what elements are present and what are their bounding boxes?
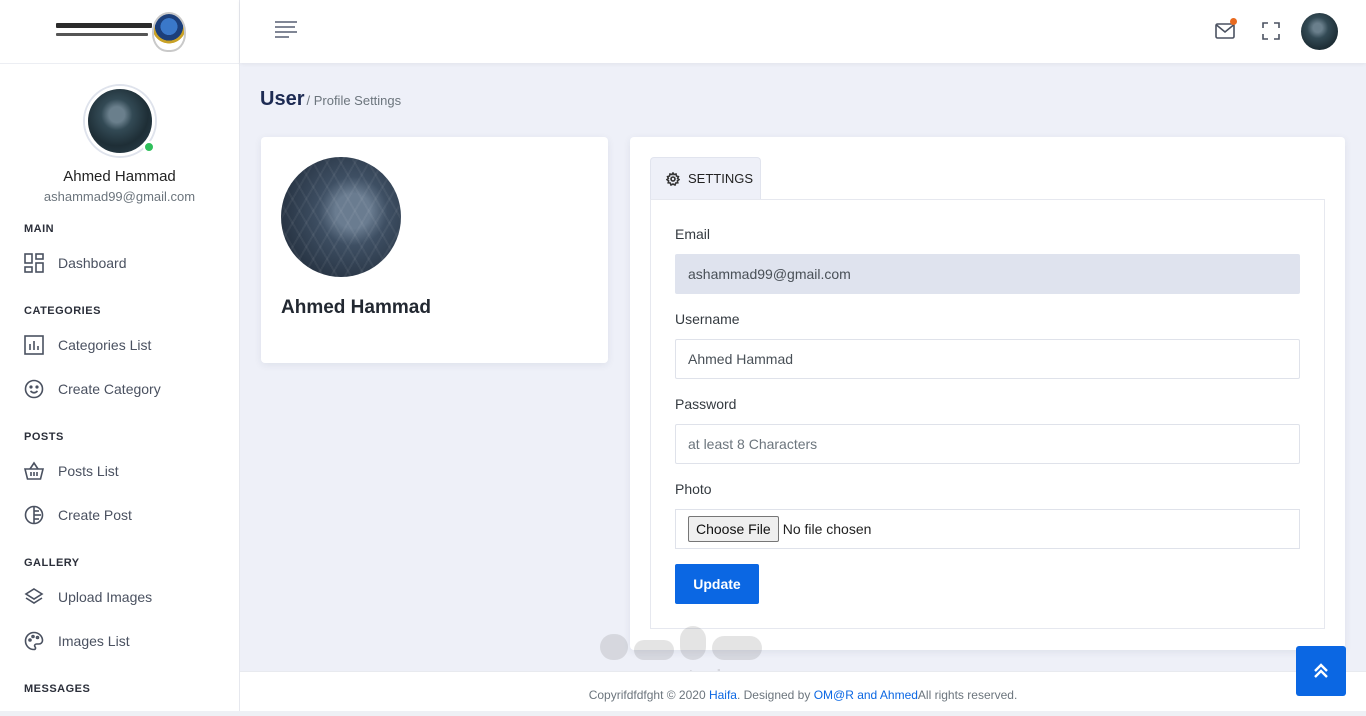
email-field[interactable]: [675, 254, 1300, 294]
double-chevron-up-icon: [1314, 663, 1328, 678]
palette-icon: [24, 631, 44, 651]
password-field[interactable]: [675, 424, 1300, 464]
smiley-icon: [24, 379, 44, 399]
sidebar-item-label: Posts List: [58, 463, 119, 479]
sidebar-menu: MAIN Dashboard CATEGORIES Categories Lis…: [0, 223, 239, 695]
gear-icon: [666, 171, 680, 186]
footer-suffix: All rights reserved.: [917, 688, 1018, 702]
footer-authors-link[interactable]: OM@R and Ahmed: [814, 688, 918, 702]
password-label: Password: [675, 396, 737, 412]
tab-settings-label: SETTINGS: [688, 171, 754, 186]
sidebar-item-upload-images[interactable]: Upload Images: [24, 575, 215, 619]
notification-dot: [1230, 18, 1237, 25]
sidebar-item-posts-list[interactable]: Posts List: [24, 449, 215, 493]
half-circle-icon: [24, 505, 44, 525]
settings-card: SETTINGS Email Username Password Photo C…: [630, 137, 1345, 650]
layers-icon: [24, 588, 44, 604]
sidebar-profile: Ahmed Hammad ashammad99@gmail.com: [0, 64, 239, 204]
basket-icon: [24, 461, 44, 480]
page-header: User / Profile Settings: [260, 88, 401, 111]
dashboard-icon: [24, 253, 44, 273]
menu-heading-categories: CATEGORIES: [24, 305, 101, 317]
no-file-text: No file chosen: [782, 521, 872, 537]
sidebar-item-create-category[interactable]: Create Category: [24, 367, 215, 411]
sidebar: Ahmed Hammad ashammad99@gmail.com MAIN D…: [0, 0, 240, 716]
profile-avatar: [281, 157, 401, 277]
bar-chart-icon: [24, 335, 44, 355]
topbar: [240, 0, 1366, 63]
footer-middle: . Designed by: [736, 688, 814, 702]
footer-brand-link[interactable]: Haifa: [709, 688, 737, 702]
fullscreen-icon[interactable]: [1260, 20, 1282, 42]
footer-prefix: Copyrifdfdfght © 2020: [588, 688, 709, 702]
profile-card-name: Ahmed Hammad: [281, 297, 431, 318]
update-button[interactable]: Update: [675, 564, 759, 604]
sidebar-item-label: Categories List: [58, 337, 152, 353]
username-field[interactable]: [675, 339, 1300, 379]
logo-bar: [0, 0, 239, 64]
sidebar-profile-name: Ahmed Hammad: [63, 168, 176, 185]
online-status-dot: [142, 141, 155, 153]
photo-label: Photo: [675, 481, 712, 497]
sidebar-item-create-post[interactable]: Create Post: [24, 493, 215, 537]
haifa-logo[interactable]: [54, 11, 186, 53]
username-label: Username: [675, 311, 740, 327]
scroll-to-top-button[interactable]: [1296, 646, 1346, 696]
choose-file-button[interactable]: Choose File: [688, 516, 779, 542]
sidebar-item-label: Images List: [58, 633, 130, 649]
menu-heading-gallery: GALLERY: [24, 557, 80, 569]
menu-heading-messages: MESSAGES: [24, 683, 91, 695]
settings-form: Email Username Password Photo Choose Fil…: [650, 199, 1325, 629]
sidebar-item-label: Dashboard: [58, 255, 127, 271]
mail-icon[interactable]: [1214, 18, 1237, 42]
menu-heading-posts: POSTS: [24, 431, 64, 443]
menu-icon[interactable]: [275, 21, 297, 43]
sidebar-item-dashboard[interactable]: Dashboard: [24, 241, 215, 285]
user-avatar[interactable]: [1301, 13, 1338, 50]
menu-heading-main: MAIN: [24, 223, 55, 235]
sidebar-item-label: Create Category: [58, 381, 161, 397]
photo-file-input[interactable]: Choose File No file chosen: [675, 509, 1300, 549]
sidebar-item-label: Create Post: [58, 507, 132, 523]
sidebar-item-label: Upload Images: [58, 589, 153, 605]
sidebar-avatar: [84, 86, 155, 156]
email-label: Email: [675, 226, 711, 242]
bottom-strip: [0, 711, 1366, 716]
profile-card: Ahmed Hammad: [261, 137, 608, 363]
logo-text: [55, 22, 152, 36]
page-title: User: [260, 88, 305, 110]
sidebar-item-categories-list[interactable]: Categories List: [24, 323, 215, 367]
sidebar-profile-email: ashammad99@gmail.com: [43, 189, 196, 204]
breadcrumb: / Profile Settings: [306, 93, 402, 108]
logo-emblem-icon: [151, 11, 186, 52]
sidebar-item-images-list[interactable]: Images List: [24, 619, 215, 663]
footer: Copyrifdfdfght © 2020 Haifa. Designed by…: [240, 671, 1366, 711]
tab-settings[interactable]: SETTINGS: [650, 157, 761, 199]
